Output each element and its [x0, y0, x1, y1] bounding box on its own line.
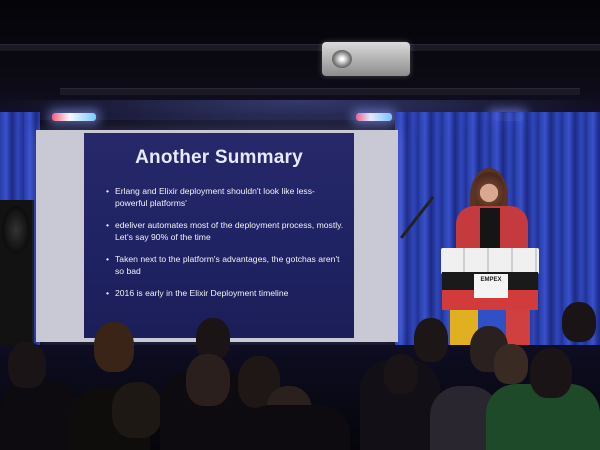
lectern-top [441, 248, 539, 274]
conference-stage-photo: Another Summary Erlang and Elixir deploy… [0, 0, 600, 450]
presenter-shirt [480, 208, 500, 248]
audience-member [530, 348, 572, 398]
audience-member [112, 382, 162, 438]
speaker-cabinet [0, 200, 34, 350]
projector [322, 42, 410, 76]
audience-member [240, 405, 350, 450]
speaker-cone [2, 206, 30, 254]
slide-bullet: 2016 is early in the Elixir Deployment t… [106, 287, 346, 299]
projector-lens [332, 50, 352, 68]
presenter-head [474, 172, 504, 210]
audience-member [562, 302, 596, 342]
slide-title: Another Summary [135, 147, 303, 168]
slide-bullet-list: Erlang and Elixir deployment shouldn't l… [106, 185, 346, 309]
audience-member [0, 380, 80, 450]
audience-member [8, 342, 46, 388]
audience-member [94, 322, 134, 372]
lighting-truss [0, 44, 600, 51]
slide: Another Summary Erlang and Elixir deploy… [84, 133, 354, 338]
slide-bullet: Erlang and Elixir deployment shouldn't l… [106, 185, 346, 209]
audience-member [414, 318, 448, 362]
audience-member [384, 354, 418, 394]
lectern-sign: EMPEX [474, 274, 508, 298]
lighting-truss [60, 88, 580, 95]
audience-member [494, 344, 528, 384]
audience-member [186, 354, 230, 406]
slide-bullet: Taken next to the platform's advantages,… [106, 253, 346, 277]
slide-bullet: edeliver automates most of the deploymen… [106, 219, 346, 243]
